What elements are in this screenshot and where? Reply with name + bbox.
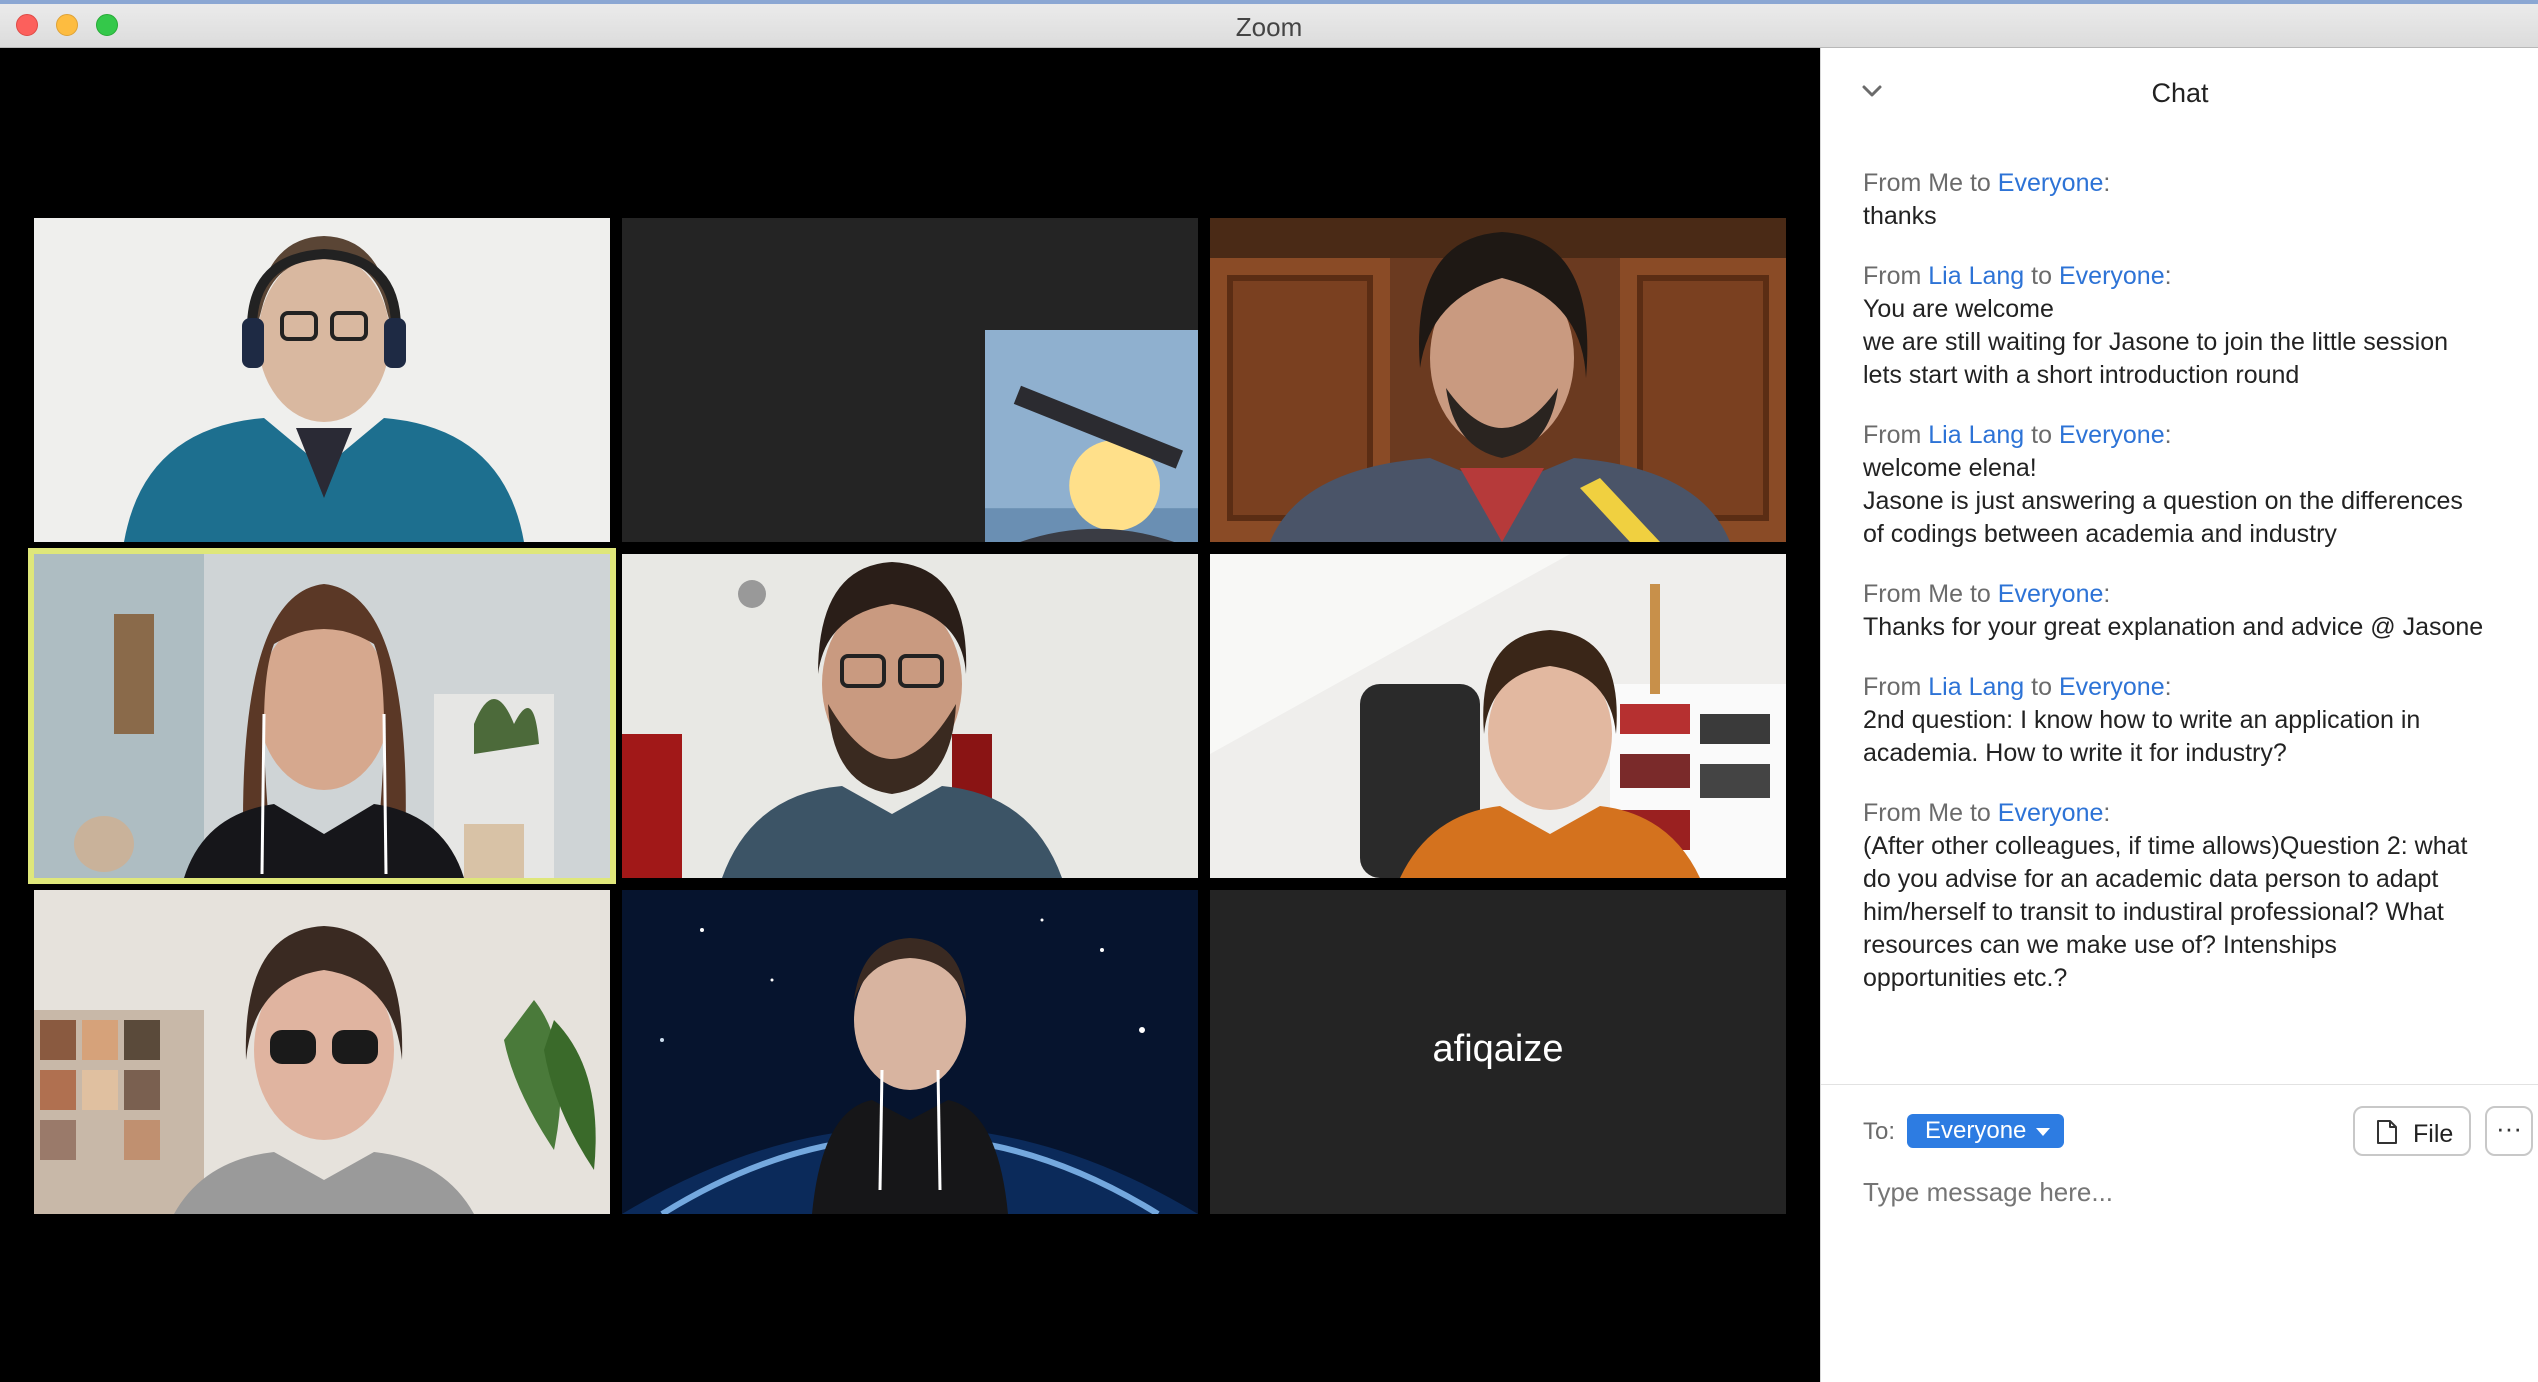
- recipient-name[interactable]: Everyone: [2059, 421, 2165, 449]
- document-icon: [2377, 1120, 2397, 1144]
- chat-header: Chat: [1821, 48, 2538, 138]
- ellipsis-icon: ···: [2496, 1113, 2522, 1143]
- colon: :: [2164, 673, 2172, 701]
- participant-video-p3[interactable]: [1210, 218, 1786, 542]
- video-frame: [622, 554, 1198, 878]
- sender-name[interactable]: Me: [1928, 169, 1963, 197]
- from-word: From: [1863, 580, 1922, 608]
- more-options-button[interactable]: ···: [2485, 1106, 2533, 1156]
- chat-message-text: Jasone is just answering a question on t…: [1863, 487, 2463, 515]
- chat-message-header: From Lia Lang to Everyone:: [1863, 670, 2538, 704]
- chat-message: From Me to Everyone: (After other colleag…: [1863, 796, 2538, 995]
- chat-message-text: You are welcome: [1863, 295, 2054, 323]
- participant-video-p8[interactable]: [622, 890, 1198, 1214]
- chat-message-text: of codings between academia and industry: [1863, 520, 2337, 548]
- video-frame: [622, 890, 1198, 1214]
- chat-message: From Me to Everyone: Thanks for your grea…: [1863, 577, 2538, 644]
- chat-message-text: academia. How to write it for industry?: [1863, 739, 2287, 767]
- recipient-name[interactable]: Everyone: [1998, 799, 2104, 827]
- to-word: to: [2031, 421, 2053, 449]
- chat-message: From Me to Everyone: thanks: [1863, 166, 2538, 233]
- chat-message-header: From Lia Lang to Everyone:: [1863, 259, 2538, 293]
- window-title: Zoom: [1235, 12, 1303, 42]
- chat-message-header: From Me to Everyone:: [1863, 577, 2538, 611]
- participant-video-p1[interactable]: [34, 218, 610, 542]
- video-frame: [1210, 218, 1786, 542]
- sender-name[interactable]: Lia Lang: [1928, 673, 2024, 701]
- to-word: to: [1969, 799, 1991, 827]
- colon: :: [2164, 262, 2172, 290]
- chat-message: From Lia Lang to Everyone: welcome elena!…: [1863, 418, 2538, 551]
- sender-name[interactable]: Me: [1928, 580, 1963, 608]
- to-word: to: [1969, 580, 1991, 608]
- video-frame: [1210, 554, 1786, 878]
- sender-name[interactable]: Lia Lang: [1928, 262, 2024, 290]
- recipient-dropdown[interactable]: Everyone: [1907, 1114, 2065, 1148]
- recipient-name[interactable]: Everyone: [1998, 169, 2104, 197]
- participant-video-p2[interactable]: [622, 218, 1198, 542]
- video-frame: [34, 218, 610, 542]
- video-gallery: afiqaize: [0, 48, 1820, 1382]
- colon: :: [2164, 421, 2172, 449]
- file-button-label: File: [2413, 1120, 2454, 1148]
- sender-name[interactable]: Lia Lang: [1928, 421, 2024, 449]
- from-word: From: [1863, 262, 1922, 290]
- participant-name-label: afiqaize: [1432, 1028, 1564, 1070]
- participant-video-p6[interactable]: [1210, 554, 1786, 878]
- chat-message-input[interactable]: [1863, 1172, 2503, 1212]
- chat-message: From Lia Lang to Everyone: You are welcom…: [1863, 259, 2538, 392]
- colon: :: [2103, 799, 2111, 827]
- participant-avatar-image: [985, 330, 1198, 542]
- chat-message-header: From Me to Everyone:: [1863, 166, 2538, 200]
- chat-message-list: From Me to Everyone: thanks From Lia Lang …: [1863, 166, 2538, 1021]
- caret-down-icon: [2036, 1128, 2051, 1136]
- recipient-name[interactable]: Everyone: [2059, 262, 2165, 290]
- chat-message-header: From Me to Everyone:: [1863, 796, 2538, 830]
- chat-message-text: we are still waiting for Jasone to join …: [1863, 328, 2449, 356]
- participant-video-p4-active-speaker[interactable]: [28, 548, 616, 884]
- chat-panel: Chat From Me to Everyone: thanks From Lia …: [1820, 48, 2538, 1382]
- chat-message-text: do you advise for an academic data perso…: [1863, 865, 2439, 893]
- title-bar-accent: [0, 0, 2538, 4]
- chat-message-text: opportunities etc.?: [1863, 964, 2068, 992]
- from-word: From: [1863, 421, 1922, 449]
- chat-composer-divider: [1821, 1084, 2538, 1085]
- recipient-name[interactable]: Everyone: [2059, 673, 2165, 701]
- chat-message-text: (After other colleagues, if time allows)…: [1863, 832, 2468, 860]
- title-bar: Zoom: [0, 0, 2538, 48]
- from-word: From: [1863, 799, 1922, 827]
- participant-video-p9[interactable]: afiqaize: [1210, 890, 1786, 1214]
- to-label: To:: [1863, 1118, 1896, 1145]
- file-button[interactable]: File: [2353, 1106, 2471, 1156]
- to-word: to: [2031, 262, 2053, 290]
- recipient-dropdown-value: Everyone: [1925, 1117, 2027, 1144]
- chat-message: From Lia Lang to Everyone: 2nd question: …: [1863, 670, 2538, 770]
- participant-video-p5[interactable]: [622, 554, 1198, 878]
- to-word: to: [1969, 169, 1991, 197]
- recipient-name[interactable]: Everyone: [1998, 580, 2104, 608]
- chat-message-text: him/herself to transit to industiral pro…: [1863, 898, 2444, 926]
- video-frame: [34, 890, 610, 1214]
- from-word: From: [1863, 673, 1922, 701]
- chat-message-text: thanks: [1863, 202, 1937, 230]
- sender-name[interactable]: Me: [1928, 799, 1963, 827]
- chat-message-text: lets start with a short introduction rou…: [1863, 361, 2300, 389]
- participant-video-p7[interactable]: [34, 890, 610, 1214]
- chat-message-text: resources can we make use of? Intenships: [1863, 931, 2337, 959]
- colon: :: [2103, 169, 2111, 197]
- chat-message-header: From Lia Lang to Everyone:: [1863, 418, 2538, 452]
- to-word: to: [2031, 673, 2053, 701]
- from-word: From: [1863, 169, 1922, 197]
- video-frame: [34, 554, 610, 878]
- chat-title: Chat: [2151, 78, 2209, 108]
- chat-message-text: Thanks for your great explanation and ad…: [1863, 613, 2484, 641]
- colon: :: [2103, 580, 2111, 608]
- chat-message-text: 2nd question: I know how to write an app…: [1863, 706, 2421, 734]
- chat-message-text: welcome elena!: [1863, 454, 2037, 482]
